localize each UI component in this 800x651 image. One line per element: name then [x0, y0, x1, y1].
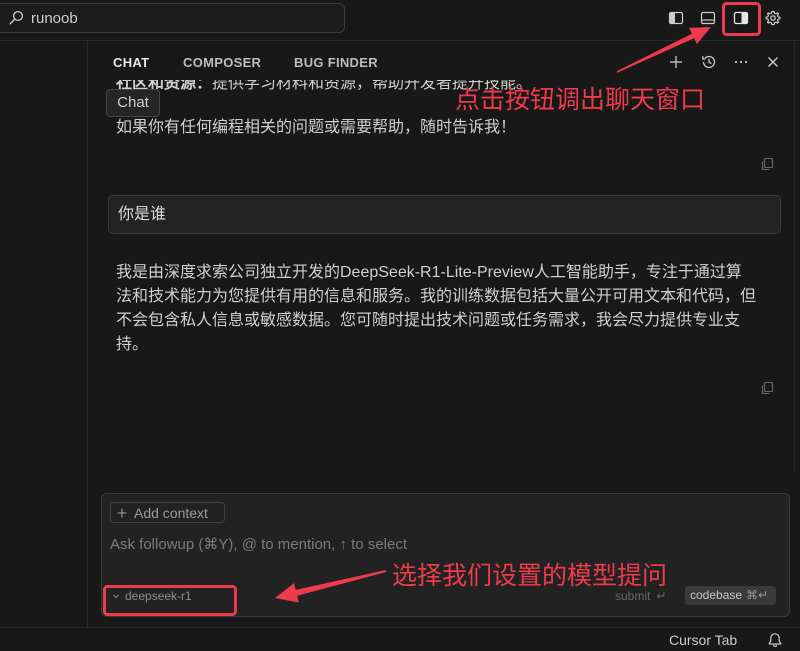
user-message[interactable]: 你是谁	[108, 195, 781, 234]
notifications-button[interactable]	[764, 629, 786, 651]
assistant-reply-line: 持。	[116, 336, 149, 353]
chevron-down-icon	[113, 594, 119, 599]
assistant-reply-line: 不会包含私人信息或敏感数据。您可随时提出技术问题或任务需求，我会尽力提供专业支	[116, 312, 741, 329]
assistant-reply-line: 我是由深度求索公司独立开发的DeepSeek-R1-Lite-Preview人工…	[116, 264, 742, 281]
chat-scrollbar[interactable]	[794, 41, 800, 470]
toggle-panel-button[interactable]	[697, 7, 719, 29]
more-icon	[734, 60, 748, 64]
chat-tooltip: Chat	[106, 89, 160, 117]
toggle-secondary-sidebar-icon	[733, 11, 749, 25]
followup-input[interactable]	[110, 531, 780, 557]
toggle-primary-sidebar-button[interactable]	[665, 7, 687, 29]
settings-button[interactable]	[762, 7, 784, 29]
toggle-primary-sidebar-icon	[668, 11, 684, 25]
tab-chat[interactable]: CHAT	[113, 53, 149, 73]
bell-icon	[768, 633, 782, 647]
tab-composer[interactable]: COMPOSER	[183, 53, 261, 73]
new-chat-button[interactable]	[665, 51, 687, 73]
cursor-tab-status[interactable]: Cursor Tab	[669, 632, 737, 648]
search-icon	[9, 10, 24, 25]
more-actions-button[interactable]	[730, 51, 752, 73]
tab-bug-finder[interactable]: BUG FINDER	[294, 53, 378, 73]
chat-panel: CHAT COMPOSER BUG FINDER 社区和资源：提供学习材料和资源…	[88, 41, 800, 627]
copy-icon[interactable]	[760, 381, 774, 395]
submit-label: submit	[615, 589, 651, 603]
plus-icon	[117, 508, 127, 517]
chat-messages: 社区和资源：提供学习材料和资源，帮助开发者提升技能。 如果你有任何编程相关的问题…	[88, 80, 794, 470]
add-context-label: Add context	[134, 504, 208, 521]
title-bar	[0, 0, 800, 41]
editor-area	[0, 41, 88, 627]
status-bar: Cursor Tab	[0, 627, 800, 651]
chat-input-box: Add context deepseek-r1 submit ↵ codebase…	[101, 493, 790, 617]
toggle-panel-icon	[700, 11, 716, 25]
close-icon	[768, 57, 778, 67]
model-selector[interactable]: deepseek-r1	[112, 587, 192, 605]
assistant-reply-line: 法和技术能力为您提供有用的信息和服务。我的训练数据包括大量公开可用文本和代码，但	[116, 288, 757, 305]
history-icon	[702, 55, 716, 69]
plus-icon	[670, 56, 682, 68]
submit-shortcut: ↵	[656, 589, 667, 603]
codebase-shortcut: ⌘↵	[746, 588, 769, 602]
add-context-button[interactable]: Add context	[110, 502, 225, 523]
model-name: deepseek-r1	[125, 589, 192, 603]
annotation-callout-top: 点击按钮调出聊天窗口	[455, 85, 706, 114]
chat-history-button[interactable]	[698, 51, 720, 73]
assistant-message-line: 如果你有任何编程相关的问题或需要帮助，随时告诉我！	[116, 119, 517, 136]
annotation-callout-bottom: 选择我们设置的模型提问	[392, 561, 668, 590]
assistant-reply: 我是由深度求索公司独立开发的DeepSeek-R1-Lite-Preview人工…	[116, 261, 756, 357]
close-panel-button[interactable]	[762, 51, 784, 73]
command-center-search[interactable]	[0, 3, 345, 33]
copy-icon[interactable]	[760, 157, 774, 171]
codebase-button[interactable]: codebase ⌘↵	[685, 586, 776, 605]
toggle-secondary-sidebar-button[interactable]	[730, 7, 752, 29]
search-input[interactable]	[31, 7, 331, 29]
codebase-label: codebase	[690, 588, 743, 602]
gear-icon	[765, 10, 781, 26]
